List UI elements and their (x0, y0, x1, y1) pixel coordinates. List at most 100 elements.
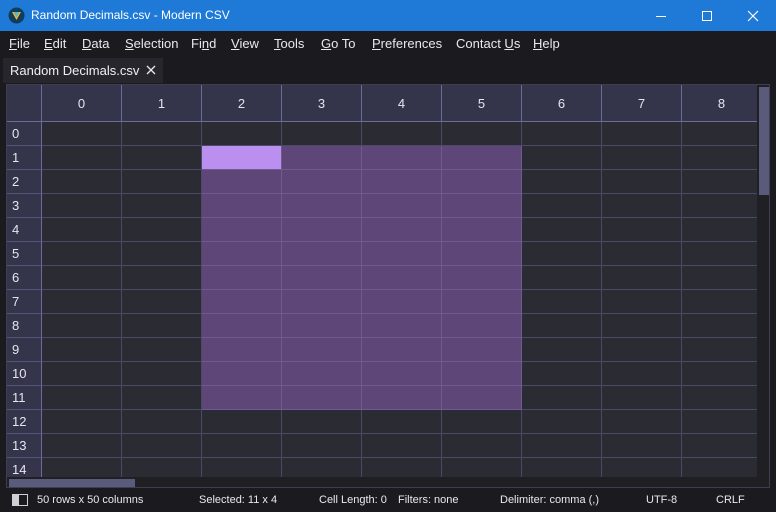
grid-cell[interactable] (522, 338, 602, 362)
vertical-scrollbar-thumb[interactable] (759, 87, 769, 195)
grid-cell[interactable] (122, 170, 202, 194)
menu-preferences[interactable]: Preferences (372, 36, 442, 51)
grid-cell[interactable] (282, 314, 362, 338)
menu-view[interactable]: View (231, 36, 259, 51)
grid-cell[interactable] (442, 314, 522, 338)
row-header[interactable]: 13 (7, 434, 42, 458)
grid-cell[interactable] (122, 122, 202, 146)
grid-cell[interactable] (602, 338, 682, 362)
grid-cell[interactable] (122, 266, 202, 290)
menu-file[interactable]: File (9, 36, 30, 51)
grid-cell[interactable] (602, 218, 682, 242)
grid-cell[interactable] (362, 218, 442, 242)
grid-cell[interactable] (602, 314, 682, 338)
grid-cell[interactable] (522, 218, 602, 242)
grid-cell[interactable] (42, 194, 122, 218)
grid-cell[interactable] (42, 170, 122, 194)
horizontal-scrollbar[interactable] (7, 477, 757, 487)
grid-cell[interactable] (202, 146, 282, 170)
column-header[interactable]: 7 (602, 85, 682, 122)
grid-cell[interactable] (282, 290, 362, 314)
grid-cell[interactable] (682, 434, 762, 458)
grid-cell[interactable] (602, 170, 682, 194)
grid-cell[interactable] (522, 290, 602, 314)
grid-cell[interactable] (522, 362, 602, 386)
grid-cell[interactable] (442, 194, 522, 218)
grid-cell[interactable] (42, 362, 122, 386)
grid-cell[interactable] (122, 290, 202, 314)
grid-cell[interactable] (682, 362, 762, 386)
grid-cell[interactable] (122, 362, 202, 386)
grid-cell[interactable] (42, 314, 122, 338)
status-delimiter[interactable]: Delimiter: comma (,) (500, 494, 599, 506)
menu-edit[interactable]: Edit (44, 36, 66, 51)
grid-cell[interactable] (522, 434, 602, 458)
grid-cell[interactable] (442, 338, 522, 362)
grid-cell[interactable] (362, 410, 442, 434)
grid-cell[interactable] (442, 290, 522, 314)
grid-cell[interactable] (282, 194, 362, 218)
sidebar-toggle-icon[interactable] (12, 494, 28, 506)
grid-cell[interactable] (602, 290, 682, 314)
grid-cell[interactable] (122, 386, 202, 410)
grid-cell[interactable] (602, 362, 682, 386)
grid-cell[interactable] (42, 434, 122, 458)
grid-cell[interactable] (122, 434, 202, 458)
grid-cell[interactable] (602, 242, 682, 266)
grid-cell[interactable] (42, 146, 122, 170)
tab-random-decimals[interactable]: Random Decimals.csv (3, 58, 163, 83)
grid-cell[interactable] (682, 338, 762, 362)
grid-cell[interactable] (682, 266, 762, 290)
grid-cell[interactable] (442, 218, 522, 242)
grid-cell[interactable] (282, 386, 362, 410)
grid-cell[interactable] (202, 434, 282, 458)
grid-cell[interactable] (362, 122, 442, 146)
menu-contact-us[interactable]: Contact Us (456, 36, 520, 51)
grid-cell[interactable] (202, 122, 282, 146)
grid-cell[interactable] (42, 122, 122, 146)
grid-cell[interactable] (202, 218, 282, 242)
row-header[interactable]: 5 (7, 242, 42, 266)
grid-cell[interactable] (602, 122, 682, 146)
grid-cell[interactable] (202, 290, 282, 314)
grid-cell[interactable] (442, 122, 522, 146)
horizontal-scrollbar-thumb[interactable] (9, 479, 135, 487)
grid-cell[interactable] (362, 290, 442, 314)
grid-cell[interactable] (522, 314, 602, 338)
grid-cell[interactable] (442, 242, 522, 266)
minimize-button[interactable] (638, 0, 684, 31)
grid-cell[interactable] (522, 242, 602, 266)
grid-cell[interactable] (362, 146, 442, 170)
column-header[interactable]: 4 (362, 85, 442, 122)
row-header[interactable]: 3 (7, 194, 42, 218)
column-header[interactable]: 1 (122, 85, 202, 122)
column-header[interactable]: 2 (202, 85, 282, 122)
grid-cell[interactable] (682, 170, 762, 194)
grid-cell[interactable] (362, 170, 442, 194)
grid-cell[interactable] (602, 266, 682, 290)
grid-cell[interactable] (362, 242, 442, 266)
maximize-button[interactable] (684, 0, 730, 31)
grid-cell[interactable] (522, 266, 602, 290)
close-icon[interactable] (144, 63, 158, 77)
column-header[interactable]: 5 (442, 85, 522, 122)
grid-cell[interactable] (122, 314, 202, 338)
grid-cell[interactable] (282, 218, 362, 242)
grid-cell[interactable] (42, 386, 122, 410)
row-header[interactable]: 12 (7, 410, 42, 434)
grid-cell[interactable] (682, 314, 762, 338)
grid-cell[interactable] (282, 242, 362, 266)
grid-cell[interactable] (362, 266, 442, 290)
grid-cell[interactable] (122, 146, 202, 170)
menu-find[interactable]: Find (191, 36, 216, 51)
grid-cell[interactable] (282, 434, 362, 458)
grid-cell[interactable] (602, 434, 682, 458)
row-header[interactable]: 8 (7, 314, 42, 338)
grid-cell[interactable] (42, 266, 122, 290)
grid-cell[interactable] (202, 314, 282, 338)
column-header[interactable]: 8 (682, 85, 762, 122)
spreadsheet-grid[interactable]: 0 1 2 3 4 5 6 7 8 0 1 2 3 4 5 6 7 8 9 10 11 12 13 14 (6, 84, 770, 488)
grid-cell[interactable] (362, 434, 442, 458)
grid-cell[interactable] (282, 122, 362, 146)
grid-cell[interactable] (362, 338, 442, 362)
